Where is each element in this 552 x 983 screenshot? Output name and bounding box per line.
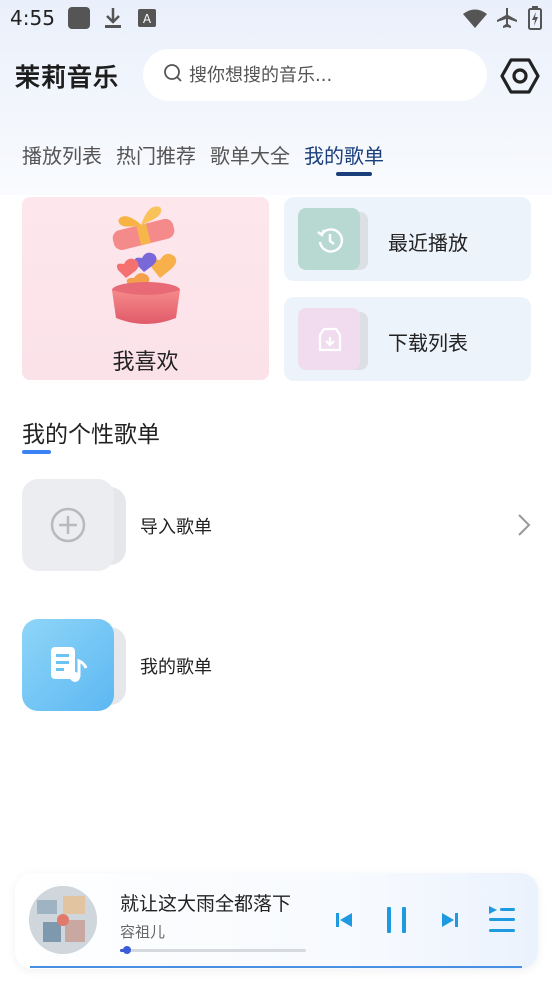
section-indicator <box>22 450 51 454</box>
download-list-card[interactable]: 下载列表 <box>284 297 531 381</box>
airplane-icon <box>495 7 519 33</box>
favorites-label: 我喜欢 <box>112 350 179 375</box>
recent-played-card[interactable]: 最近播放 <box>284 197 531 281</box>
progress-bar[interactable] <box>120 946 306 954</box>
recent-icon-tile <box>298 208 368 270</box>
app-title: 茉莉音乐 <box>15 63 120 92</box>
song-title: 就让这大雨全都落下 <box>120 893 292 915</box>
my-playlist-thumb <box>22 619 127 711</box>
wifi-icon <box>462 8 488 32</box>
favorites-card[interactable]: 我喜欢 <box>22 197 269 380</box>
search-bar[interactable] <box>143 49 487 101</box>
player-bottom-line <box>30 966 522 968</box>
tab-my-playlists[interactable]: 我的歌单 <box>304 140 384 169</box>
battery-icon <box>528 6 542 34</box>
progress-knob[interactable] <box>123 946 132 954</box>
pause-icon[interactable] <box>385 906 409 938</box>
tab-playlist[interactable]: 播放列表 <box>22 140 102 169</box>
chevron-right-icon <box>516 512 532 542</box>
my-playlist-label: 我的歌单 <box>140 657 212 678</box>
tab-hot-recommend[interactable]: 热门推荐 <box>116 140 196 169</box>
tab-playlist-collection[interactable]: 歌单大全 <box>210 140 290 169</box>
download-icon-tile <box>298 308 368 370</box>
settings-icon[interactable] <box>500 56 540 96</box>
section-title: 我的个性歌单 <box>22 422 160 448</box>
search-icon <box>163 63 183 87</box>
import-playlist-item[interactable]: 导入歌单 <box>22 479 532 574</box>
app-square-icon <box>68 7 90 33</box>
active-tab-indicator <box>336 172 372 176</box>
music-note-doc-icon <box>49 645 89 689</box>
a-font-icon: A <box>138 9 156 31</box>
song-artist: 容祖儿 <box>120 923 166 941</box>
status-time: 4:55 <box>10 6 55 30</box>
status-bar: 4:55 A <box>0 0 552 38</box>
download-box-icon <box>317 327 343 357</box>
recent-played-label: 最近播放 <box>388 231 468 255</box>
plus-circle-icon <box>49 506 87 548</box>
album-cover[interactable] <box>29 886 97 954</box>
my-playlist-item[interactable]: 我的歌单 <box>22 619 532 714</box>
playlist-queue-icon[interactable] <box>488 904 516 940</box>
svg-text:A: A <box>143 12 152 26</box>
download-icon <box>103 7 123 33</box>
import-playlist-thumb <box>22 479 127 571</box>
import-playlist-label: 导入歌单 <box>140 517 212 538</box>
previous-track-icon[interactable] <box>335 911 353 933</box>
mini-player[interactable]: 就让这大雨全都落下 容祖儿 <box>15 873 538 969</box>
search-input[interactable] <box>189 64 469 86</box>
clock-history-icon <box>316 226 344 258</box>
gift-box-hearts-icon <box>100 202 190 336</box>
download-list-label: 下载列表 <box>388 331 468 355</box>
next-track-icon[interactable] <box>441 911 459 933</box>
tab-bar: 播放列表 热门推荐 歌单大全 我的歌单 <box>22 140 398 169</box>
